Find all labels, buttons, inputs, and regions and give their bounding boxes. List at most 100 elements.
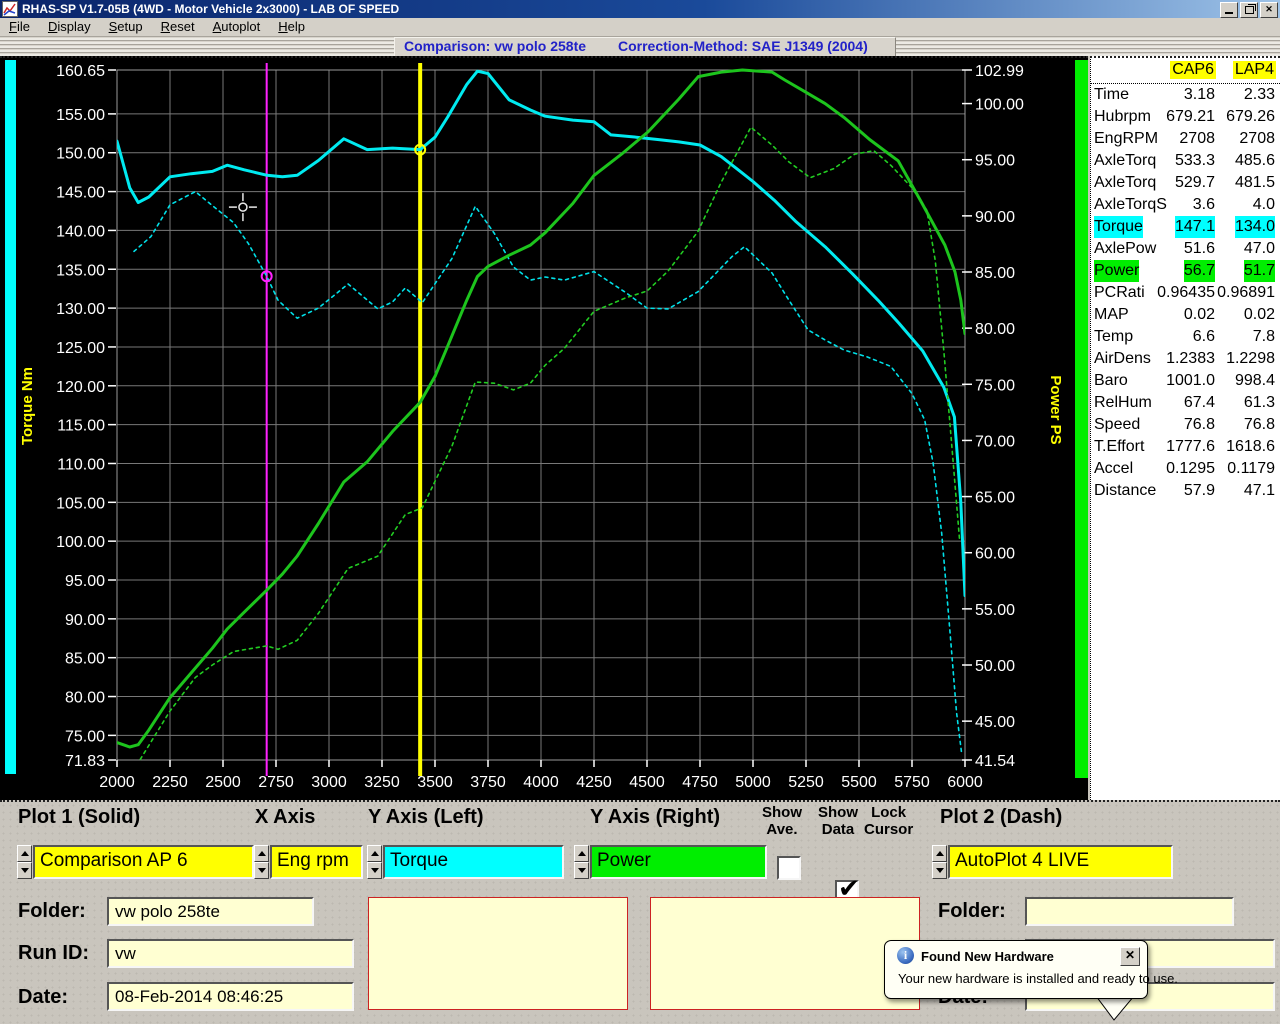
comparison-label: Comparison: vw polo 258te <box>404 38 586 54</box>
data-row-distance: Distance57.947.1 <box>1091 480 1280 502</box>
correction-method-label: Correction-Method: SAE J1349 (2004) <box>618 38 868 54</box>
plot2-select[interactable]: AutoPlot 4 LIVE <box>948 845 1173 879</box>
dyno-chart[interactable]: 160.65155.00150.00145.00140.00135.00130.… <box>0 56 1088 802</box>
svg-text:145.00: 145.00 <box>56 185 105 202</box>
svg-text:5000: 5000 <box>735 774 771 791</box>
svg-text:95.00: 95.00 <box>65 573 105 590</box>
folder-field-right[interactable] <box>1025 897 1234 926</box>
menu-item-display[interactable]: Display <box>39 18 100 36</box>
xaxis-label: X Axis <box>255 806 315 829</box>
svg-text:85.00: 85.00 <box>65 651 105 668</box>
svg-text:3500: 3500 <box>417 774 453 791</box>
svg-text:3250: 3250 <box>364 774 400 791</box>
svg-text:75.00: 75.00 <box>65 728 105 745</box>
svg-text:105.00: 105.00 <box>56 495 105 512</box>
menu-item-file[interactable]: File <box>0 18 39 36</box>
series-lap4-torque <box>134 192 962 755</box>
menu-item-reset[interactable]: Reset <box>152 18 204 36</box>
svg-text:120.00: 120.00 <box>56 379 105 396</box>
popup-title: Found New Hardware <box>921 949 1054 964</box>
svg-text:4750: 4750 <box>682 774 718 791</box>
data-row-axletorq: AxleTorq529.7481.5 <box>1091 172 1280 194</box>
show-ave-label: ShowAve. <box>762 804 802 838</box>
comment-box-1[interactable] <box>368 897 628 1010</box>
svg-text:90.00: 90.00 <box>65 612 105 629</box>
svg-text:5500: 5500 <box>841 774 877 791</box>
svg-text:2750: 2750 <box>258 774 294 791</box>
y-right-axis-title: Power PS <box>1047 375 1064 444</box>
info-icon: i <box>897 947 914 964</box>
data-panel-header: CAP6 LAP4 <box>1091 58 1280 84</box>
svg-text:45.00: 45.00 <box>975 714 1015 731</box>
chart-svg: 160.65155.00150.00145.00140.00135.00130.… <box>0 58 1088 800</box>
close-button[interactable]: ✕ <box>1260 2 1278 18</box>
data-row-speed: Speed76.876.8 <box>1091 414 1280 436</box>
data-row-relhum: RelHum67.461.3 <box>1091 392 1280 414</box>
plot1-select[interactable]: Comparison AP 6 <box>33 845 254 879</box>
svg-text:50.00: 50.00 <box>975 658 1015 675</box>
menu-bar: FileDisplaySetupResetAutoplotHelp <box>0 18 1280 36</box>
restore-button[interactable] <box>1240 2 1258 18</box>
data-row-pcrati: PCRati0.964350.96891 <box>1091 282 1280 304</box>
found-new-hardware-popup[interactable]: i Found New Hardware ✕ Your new hardware… <box>884 940 1148 999</box>
yright-spinner[interactable] <box>574 845 589 879</box>
plot2-spinner[interactable] <box>932 845 947 879</box>
svg-text:140.00: 140.00 <box>56 223 105 240</box>
xaxis-select[interactable]: Eng rpm <box>270 845 363 879</box>
mouse-crosshair-icon <box>229 193 257 221</box>
plot1-label: Plot 1 (Solid) <box>18 806 140 829</box>
svg-text:95.00: 95.00 <box>975 153 1015 170</box>
plot2-label: Plot 2 (Dash) <box>940 806 1062 829</box>
y-left-axis-title: Torque Nm <box>19 367 36 445</box>
svg-text:90.00: 90.00 <box>975 209 1015 226</box>
yright-select[interactable]: Power <box>590 845 767 879</box>
data-readout-panel: CAP6 LAP4 Time3.182.33Hubrpm679.21679.26… <box>1090 56 1280 802</box>
minimize-button[interactable] <box>1220 2 1238 18</box>
data-row-axlepow: AxlePow51.647.0 <box>1091 238 1280 260</box>
show-ave-checkbox[interactable] <box>777 856 801 880</box>
torque-axis-strip <box>5 60 16 774</box>
xaxis-spinner[interactable] <box>254 845 269 879</box>
svg-text:110.00: 110.00 <box>57 456 105 473</box>
svg-text:135.00: 135.00 <box>56 262 105 279</box>
svg-text:115.00: 115.00 <box>57 418 105 435</box>
svg-text:65.00: 65.00 <box>975 490 1015 507</box>
data-row-airdens: AirDens1.23831.2298 <box>1091 348 1280 370</box>
menu-item-autoplot[interactable]: Autoplot <box>204 18 270 36</box>
data-row-accel: Accel0.12950.1179 <box>1091 458 1280 480</box>
yleft-spinner[interactable] <box>367 845 382 879</box>
application-window: RHAS-SP V1.7-05B (4WD - Motor Vehicle 2x… <box>0 0 1280 1024</box>
folder-label-right: Folder: <box>938 900 1006 923</box>
svg-text:80.00: 80.00 <box>975 321 1015 338</box>
svg-text:5250: 5250 <box>788 774 824 791</box>
svg-text:2250: 2250 <box>152 774 188 791</box>
folder-field[interactable]: vw polo 258te <box>107 897 314 926</box>
svg-text:70.00: 70.00 <box>975 433 1015 450</box>
data-row-map: MAP0.020.02 <box>1091 304 1280 326</box>
svg-text:4000: 4000 <box>523 774 559 791</box>
popup-close-icon[interactable]: ✕ <box>1120 947 1140 966</box>
svg-text:125.00: 125.00 <box>56 340 105 357</box>
menu-item-help[interactable]: Help <box>269 18 314 36</box>
series-lap4-power <box>140 127 959 759</box>
data-row-axletorqs: AxleTorqS3.64.0 <box>1091 194 1280 216</box>
svg-text:4250: 4250 <box>576 774 612 791</box>
svg-text:75.00: 75.00 <box>975 377 1015 394</box>
data-row-torque: Torque147.1134.0 <box>1091 216 1280 238</box>
svg-text:3750: 3750 <box>470 774 506 791</box>
app-icon <box>2 1 18 17</box>
svg-text:100.00: 100.00 <box>56 534 105 551</box>
run-id-field[interactable]: vw <box>107 939 354 968</box>
run-id-label: Run ID: <box>18 942 89 965</box>
menu-item-setup[interactable]: Setup <box>100 18 152 36</box>
plot1-spinner[interactable] <box>17 845 32 879</box>
svg-text:60.00: 60.00 <box>975 546 1015 563</box>
title-bar[interactable]: RHAS-SP V1.7-05B (4WD - Motor Vehicle 2x… <box>0 0 1280 18</box>
date-field[interactable]: 08-Feb-2014 08:46:25 <box>107 982 354 1011</box>
svg-text:160.65: 160.65 <box>56 63 105 80</box>
yleft-select[interactable]: Torque <box>383 845 564 879</box>
column-header-lap4: LAP4 <box>1233 61 1276 79</box>
svg-text:71.83: 71.83 <box>65 753 105 770</box>
comment-box-2[interactable] <box>650 897 920 1010</box>
data-row-baro: Baro1001.0998.4 <box>1091 370 1280 392</box>
